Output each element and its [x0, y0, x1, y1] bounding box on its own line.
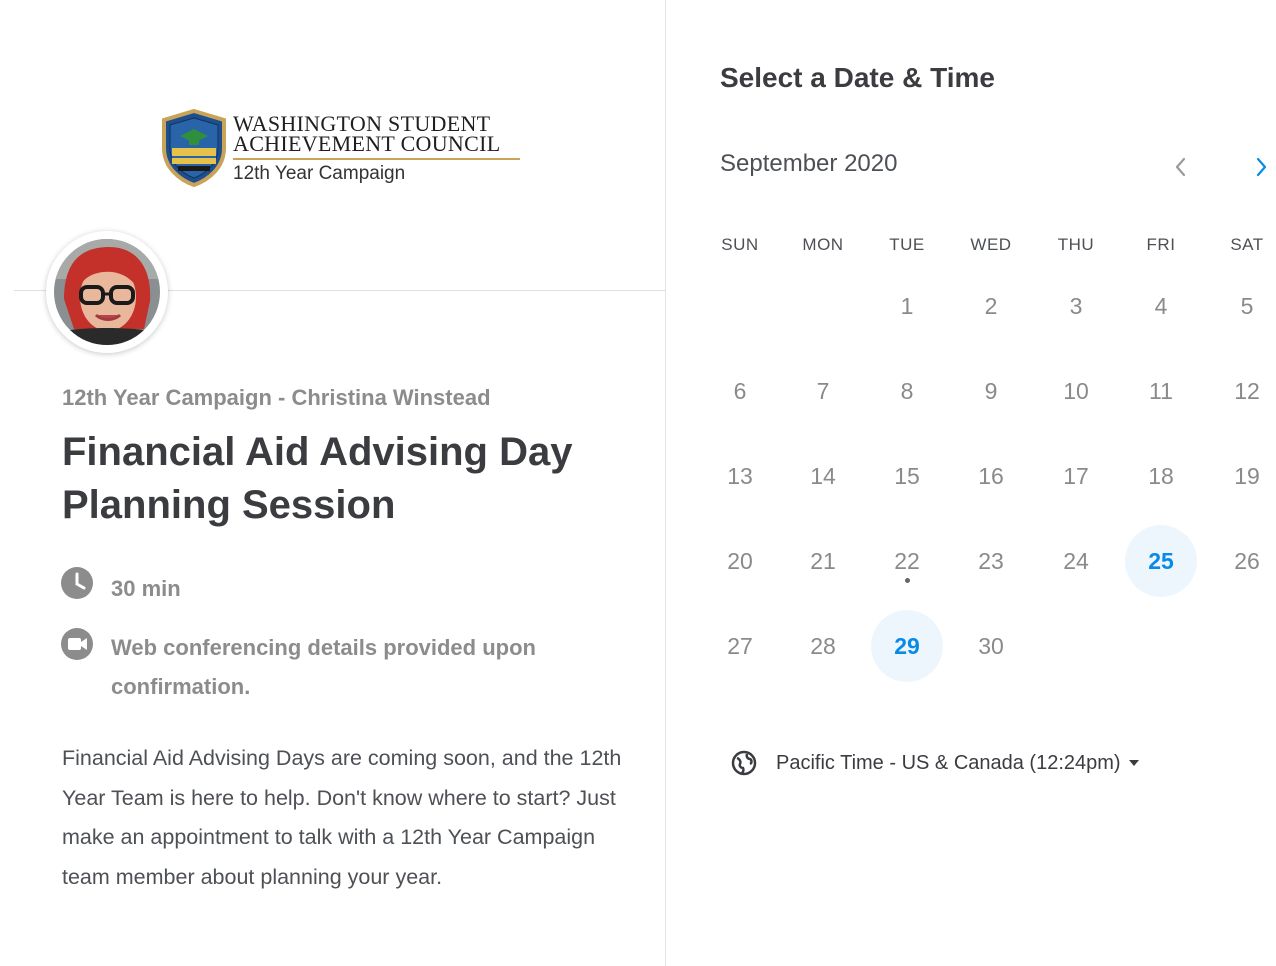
previous-month-button[interactable]	[1163, 150, 1197, 184]
calendar-day: 12	[1234, 377, 1260, 404]
calendar-day: 16	[978, 462, 1004, 489]
calendar-day: 10	[1063, 377, 1089, 404]
calendar-day: 9	[984, 377, 998, 404]
avatar	[46, 231, 168, 353]
video-camera-icon	[61, 628, 93, 660]
calendar-day: 20	[727, 547, 753, 574]
duration-text: 30 min	[111, 576, 181, 601]
calendar-day: 24	[1063, 547, 1089, 574]
calendar-day: 18	[1148, 462, 1174, 489]
calendar-day: 4	[1154, 292, 1168, 319]
logo-rule	[233, 158, 520, 160]
month-label: September 2020	[720, 150, 898, 177]
calendar-day: 13	[727, 462, 753, 489]
calendar-day: 30	[978, 632, 1004, 659]
calendar-day: 5	[1240, 292, 1254, 319]
weekday-sat: SAT	[1230, 235, 1264, 254]
weekday-tue: TUE	[889, 235, 925, 254]
calendar-day: 28	[810, 632, 836, 659]
clock-icon	[61, 567, 93, 599]
date-time-picker: Select a Date & Time September 2020 SUN M…	[667, 0, 1276, 966]
chevron-right-icon	[1256, 157, 1267, 177]
calendar-day: 7	[816, 377, 830, 404]
calendar-day: 22	[894, 547, 920, 574]
calendar-day: 26	[1234, 547, 1260, 574]
today-indicator	[904, 578, 910, 583]
organization-logo: WASHINGTON STUDENT ACHIEVEMENT COUNCIL 1…	[158, 108, 523, 190]
page-title: Select a Date & Time	[720, 62, 995, 93]
weekday-sun: SUN	[721, 235, 759, 254]
calendar-day: 17	[1063, 462, 1089, 489]
calendar-day: 11	[1149, 377, 1173, 404]
calendar-day: 21	[810, 547, 836, 574]
logo-title-line2: ACHIEVEMENT COUNCIL	[233, 131, 501, 156]
calendar-day: 1	[900, 292, 914, 319]
calendar-day: 23	[978, 547, 1004, 574]
weekday-fri: FRI	[1146, 235, 1176, 254]
weekday-thu: THU	[1057, 235, 1095, 254]
calendar-day: 27	[727, 632, 753, 659]
calendar-day: 15	[894, 462, 920, 489]
calendar-day: 3	[1069, 292, 1083, 319]
location-text: Web conferencing details provided upon c…	[111, 635, 536, 699]
seal-icon	[162, 108, 226, 188]
timezone-selector[interactable]: Pacific Time - US & Canada (12:24pm)	[731, 746, 1139, 780]
globe-icon	[731, 750, 757, 776]
next-month-button[interactable]	[1245, 150, 1276, 184]
caret-down-icon	[1128, 760, 1139, 766]
weekday-mon: MON	[802, 235, 844, 254]
calendar-day: 8	[900, 377, 914, 404]
event-title: Financial Aid Advising Day Planning Sess…	[62, 430, 573, 527]
calendar-day: 14	[810, 462, 836, 489]
calendar-day: 2	[984, 292, 998, 319]
calendar-day-available[interactable]: 25	[1125, 525, 1197, 597]
event-details-panel: WASHINGTON STUDENT ACHIEVEMENT COUNCIL 1…	[0, 0, 666, 966]
logo-subtitle: 12th Year Campaign	[233, 163, 406, 184]
chevron-left-icon	[1175, 157, 1186, 177]
calendar-day: 19	[1234, 462, 1260, 489]
timezone-label: Pacific Time - US & Canada (12:24pm)	[776, 751, 1121, 774]
host-name: 12th Year Campaign - Christina Winstead	[62, 385, 491, 410]
weekday-wed: WED	[970, 235, 1012, 254]
host-photo	[54, 239, 160, 345]
calendar-day-available[interactable]: 29	[871, 610, 943, 682]
event-description: Financial Aid Advising Days are coming s…	[62, 746, 622, 889]
calendar-day: 6	[733, 377, 747, 404]
